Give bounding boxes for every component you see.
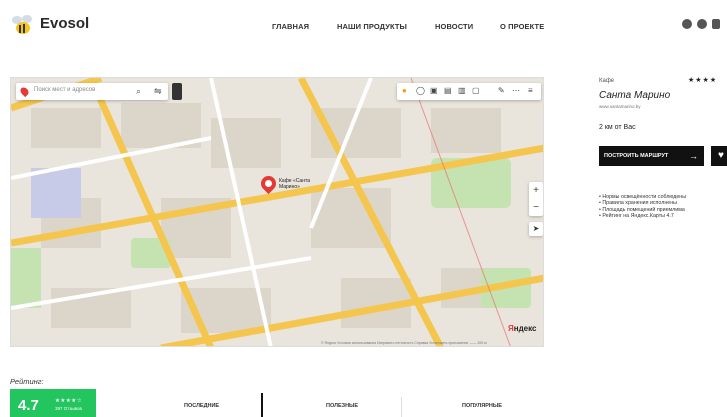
- instagram-icon[interactable]: [712, 19, 720, 29]
- location-pin-icon: [18, 85, 31, 98]
- bee-logo-icon[interactable]: [10, 12, 36, 38]
- geolocation-icon[interactable]: ➤: [529, 222, 543, 236]
- place-stars: ★★★★: [688, 77, 718, 84]
- tab-divider: [401, 397, 402, 417]
- menu-icon[interactable]: ≡: [528, 86, 533, 95]
- rating-stars: ★★★★☆: [55, 398, 83, 404]
- feature-item: • Рейтинг на Яндекс.Карты 4.7: [599, 213, 674, 220]
- rating-label: Рейтинг:: [10, 377, 44, 386]
- place-website-link[interactable]: www.santamarino.by: [599, 104, 641, 109]
- traffic-icon[interactable]: ◯: [416, 86, 425, 95]
- tab-latest[interactable]: ПОСЛЕДНИЕ: [184, 403, 219, 409]
- search-input[interactable]: Поиск мест и адресов: [34, 87, 95, 93]
- features-list: • Нормы освещённости соблюдены • Правила…: [599, 194, 686, 220]
- tab-separator: [261, 393, 263, 417]
- metro-icon[interactable]: ▥: [458, 86, 466, 95]
- feature-item: • Правила хранения исполнены: [599, 200, 677, 207]
- panorama-icon[interactable]: ▢: [472, 86, 480, 95]
- map-toolbar: ● ◯ ▣ ▤ ▥ ▢ ✎ ⋯ ≡: [397, 83, 541, 100]
- tab-useful[interactable]: ПОЛЕЗНЫЕ: [326, 403, 358, 409]
- map-footer[interactable]: © Яндекс Условия использования Исправить…: [321, 341, 543, 345]
- rating-value: 4.7: [18, 397, 39, 414]
- place-category: Кафе: [599, 78, 615, 84]
- tab-popular[interactable]: ПОПУЛЯРНЫЕ: [462, 403, 502, 409]
- arrow-right-icon: →: [689, 151, 698, 161]
- build-route-label: ПОСТРОИТЬ МАРШРУТ: [604, 153, 669, 159]
- route-icon[interactable]: ⇋: [154, 86, 162, 97]
- nav-about[interactable]: О ПРОЕКТЕ: [500, 22, 544, 31]
- ruler-icon[interactable]: ✎: [498, 86, 505, 95]
- zoom-control: + −: [529, 182, 543, 216]
- heart-icon[interactable]: ♥: [711, 146, 727, 166]
- layers-icon[interactable]: ●: [402, 86, 407, 95]
- zoom-out-button[interactable]: −: [529, 199, 543, 216]
- map-menu-button[interactable]: [172, 83, 182, 100]
- marker-label: Кафе «Санта Марино»: [279, 178, 310, 190]
- facebook-icon[interactable]: [697, 19, 707, 29]
- telegram-icon[interactable]: [682, 19, 692, 29]
- nav-home[interactable]: ГЛАВНАЯ: [272, 22, 309, 31]
- brand-name[interactable]: Evosol: [40, 15, 89, 32]
- more-icon[interactable]: ⋯: [512, 86, 520, 95]
- nav-products[interactable]: НАШИ ПРОДУКТЫ: [337, 22, 407, 31]
- yandex-map[interactable]: Поиск мест и адресов ⌕ ⇋ ● ◯ ▣ ▤ ▥ ▢ ✎ ⋯…: [10, 77, 544, 347]
- nav-news[interactable]: НОВОСТИ: [435, 22, 473, 31]
- zoom-in-button[interactable]: +: [529, 182, 543, 199]
- search-icon[interactable]: ⌕: [136, 86, 141, 97]
- yandex-logo[interactable]: Яндекс: [508, 324, 536, 333]
- map-canvas: [11, 78, 543, 346]
- transport-icon[interactable]: ▣: [430, 86, 438, 95]
- place-distance: 2 км от Вас: [599, 124, 636, 131]
- bus-icon[interactable]: ▤: [444, 86, 452, 95]
- build-route-button[interactable]: ПОСТРОИТЬ МАРШРУТ →: [599, 146, 704, 166]
- map-search-bar[interactable]: Поиск мест и адресов ⌕ ⇋: [16, 83, 168, 100]
- reviews-count[interactable]: 397 Отзывов: [55, 406, 82, 411]
- place-name: Санта Марино: [599, 90, 671, 101]
